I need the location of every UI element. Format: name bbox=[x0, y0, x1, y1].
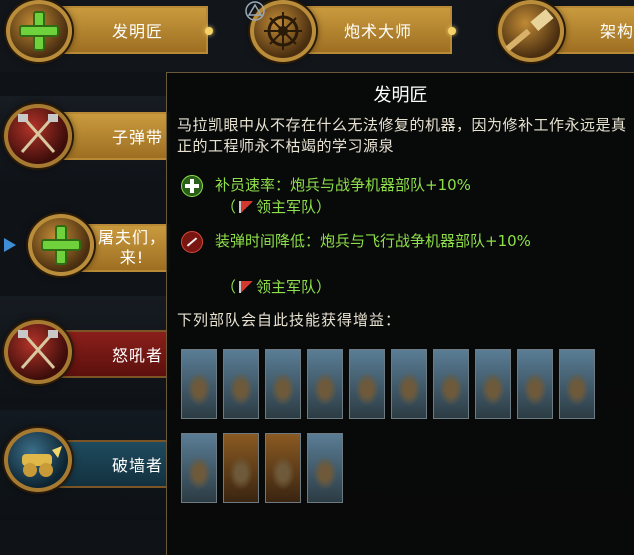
unit-card-organ-gun[interactable] bbox=[181, 433, 217, 503]
effect-source: （领主军队） bbox=[221, 278, 332, 296]
army-flag-icon bbox=[239, 281, 254, 293]
unit-card-bolt-thrower[interactable] bbox=[307, 433, 343, 503]
unit-card-gyrobomber[interactable] bbox=[307, 349, 343, 419]
skill-label: 架构 bbox=[600, 22, 634, 41]
effect-text: 补员速率：炮兵与战争机器部队+10% bbox=[215, 176, 471, 194]
effect-reload: 装弹时间降低：炮兵与飞行战争机器部队+10% （领主军队） bbox=[181, 231, 621, 301]
unit-card-gyrocopter[interactable] bbox=[223, 349, 259, 419]
plus-icon bbox=[41, 225, 81, 265]
hammer-icon bbox=[505, 8, 554, 52]
skill-node-bullet-belt[interactable] bbox=[4, 104, 72, 168]
unit-card-grudge-thrower[interactable] bbox=[517, 349, 553, 419]
connector-dot bbox=[205, 27, 213, 35]
unit-card-cannon-crew[interactable] bbox=[433, 349, 469, 419]
unit-card-cannon-crew-2[interactable] bbox=[475, 349, 511, 419]
skill-label: 怒吼者 bbox=[112, 346, 164, 365]
skill-tooltip: 发明匠 马拉凯眼中从不存在什么无法修复的机器，因为修补工作永远是真正的工程师永不… bbox=[166, 72, 634, 555]
skill-label: 屠夫们， 来! bbox=[98, 228, 167, 267]
crossed-axes-icon bbox=[18, 330, 58, 369]
skill-label: 发明匠 bbox=[112, 22, 164, 41]
units-header: 下列部队会自此技能获得增益： bbox=[177, 311, 402, 329]
unit-card-airship[interactable] bbox=[181, 349, 217, 419]
skill-node-butchers[interactable] bbox=[28, 214, 94, 276]
crossed-axes-icon bbox=[18, 114, 58, 153]
effect-source: （领主军队） bbox=[221, 198, 332, 216]
unit-card-irondrakes[interactable] bbox=[223, 433, 259, 503]
tooltip-description: 马拉凯眼中从不存在什么无法修复的机器，因为修补工作永远是真正的工程师永不枯竭的学… bbox=[177, 116, 627, 155]
skill-node-inventor[interactable] bbox=[6, 0, 72, 62]
plus-green-icon bbox=[181, 175, 203, 197]
triangle-circle-icon bbox=[245, 1, 265, 21]
effect-replenishment: 补员速率：炮兵与战争机器部队+10% （领主军队） bbox=[181, 175, 621, 219]
unit-card-gyrocopter-3[interactable] bbox=[391, 349, 427, 419]
skill-label: 破墙者 bbox=[112, 456, 164, 475]
skill-node-roarer[interactable] bbox=[4, 320, 72, 384]
army-flag-icon bbox=[239, 201, 254, 213]
skill-node-wallbreaker[interactable] bbox=[4, 428, 72, 492]
reload-red-icon bbox=[181, 231, 203, 253]
skill-label: 炮术大师 bbox=[344, 22, 413, 41]
arrow-pointer-icon bbox=[4, 238, 16, 252]
plus-icon bbox=[19, 11, 59, 51]
cannon-icon bbox=[22, 446, 62, 477]
unit-card-irondrakes-2[interactable] bbox=[265, 433, 301, 503]
skill-label: 子弹带 bbox=[112, 128, 164, 147]
connector-dot bbox=[448, 27, 456, 35]
unit-card-flame-cannon[interactable] bbox=[559, 349, 595, 419]
tooltip-title: 发明匠 bbox=[373, 85, 428, 106]
unit-card-gyrobomber-2[interactable] bbox=[349, 349, 385, 419]
skill-node-architect[interactable] bbox=[498, 0, 564, 62]
effect-text: 装弹时间降低：炮兵与飞行战争机器部队+10% bbox=[215, 232, 531, 250]
unit-card-gyrocopter-2[interactable] bbox=[265, 349, 301, 419]
